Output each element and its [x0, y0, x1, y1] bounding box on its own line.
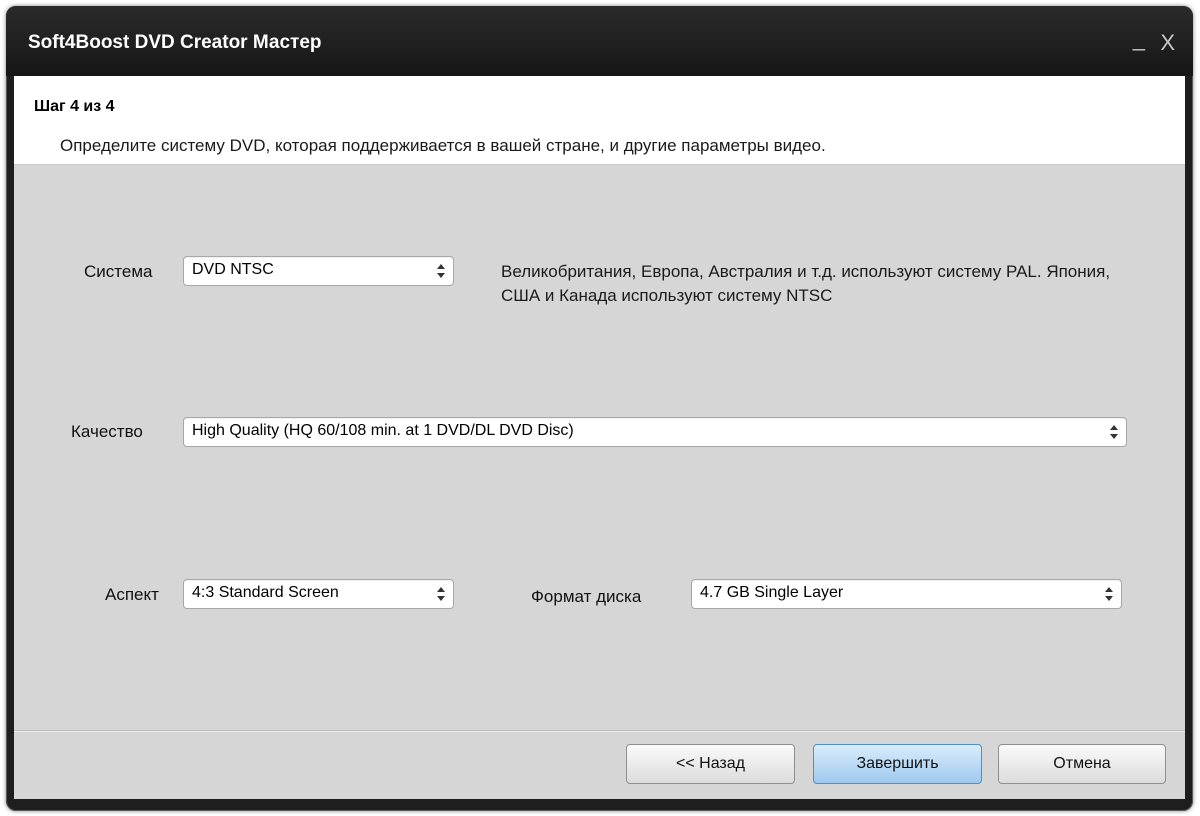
wizard-window: Soft4Boost DVD Creator Мастер _ X Шаг 4 … [6, 6, 1193, 811]
footer-divider [14, 731, 1185, 732]
close-button[interactable]: X [1160, 30, 1175, 56]
step-indicator: Шаг 4 из 4 [34, 98, 115, 115]
aspect-label: Аспект [105, 585, 159, 604]
system-label: Система [84, 262, 153, 281]
system-select-value: DVD NTSC [192, 261, 274, 278]
up-down-arrows-icon [437, 587, 445, 601]
disc-format-select[interactable]: 4.7 GB Single Layer [691, 579, 1122, 609]
back-button[interactable]: << Назад [626, 744, 795, 784]
quality-select[interactable]: High Quality (HQ 60/108 min. at 1 DVD/DL… [183, 417, 1127, 447]
quality-select-value: High Quality (HQ 60/108 min. at 1 DVD/DL… [192, 422, 574, 439]
minimize-button[interactable]: _ [1133, 26, 1145, 52]
wizard-body: Шаг 4 из 4 Определите систему DVD, котор… [14, 76, 1185, 799]
aspect-select[interactable]: 4:3 Standard Screen [183, 579, 454, 609]
window-title: Soft4Boost DVD Creator Мастер [28, 32, 322, 53]
up-down-arrows-icon [437, 264, 445, 278]
quality-label: Качество [71, 422, 143, 441]
finish-button[interactable]: Завершить [813, 744, 982, 784]
wizard-header: Шаг 4 из 4 Определите систему DVD, котор… [14, 76, 1185, 165]
title-bar[interactable]: Soft4Boost DVD Creator Мастер _ X [6, 6, 1193, 76]
cancel-button[interactable]: Отмена [998, 744, 1166, 784]
system-select[interactable]: DVD NTSC [183, 256, 454, 286]
up-down-arrows-icon [1110, 425, 1118, 439]
disc-format-select-value: 4.7 GB Single Layer [700, 584, 844, 601]
step-description: Определите систему DVD, которая поддержи… [60, 136, 826, 155]
up-down-arrows-icon [1105, 587, 1113, 601]
system-info-text: Великобритания, Европа, Австралия и т.д.… [501, 262, 1111, 305]
aspect-select-value: 4:3 Standard Screen [192, 584, 339, 601]
disc-format-label: Формат диска [531, 587, 642, 606]
